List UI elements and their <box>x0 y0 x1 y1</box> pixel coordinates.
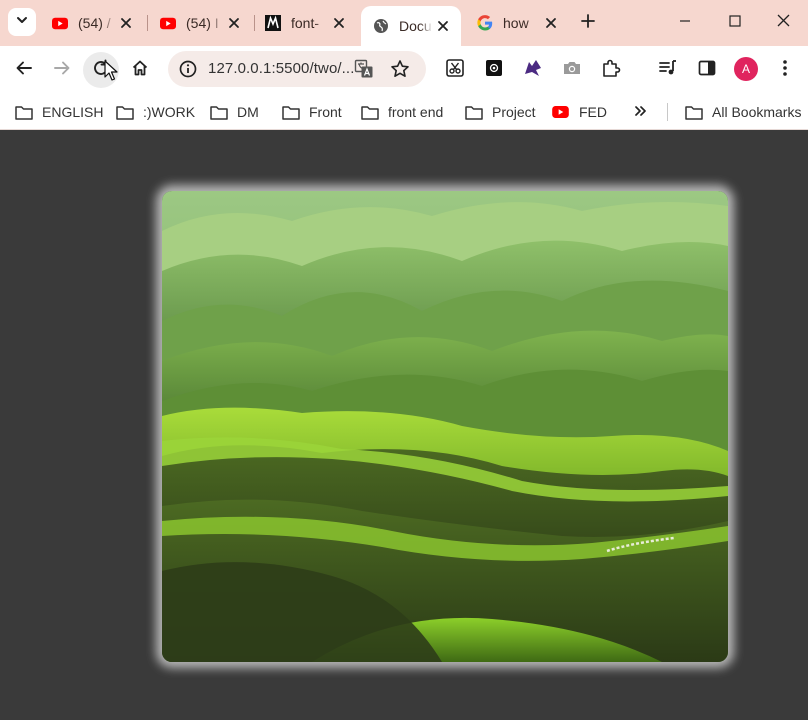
minimize-icon <box>679 14 691 32</box>
side-panel-button[interactable] <box>689 52 725 88</box>
extension-box-icon <box>485 59 503 82</box>
tab-title: Docu <box>399 18 432 34</box>
bookmark-front-end[interactable]: front end <box>361 100 443 124</box>
arrow-right-icon <box>53 59 71 82</box>
youtube-icon <box>52 15 68 31</box>
bookmark-label: Front <box>309 104 342 120</box>
folder-icon <box>685 104 703 120</box>
wolf-icon <box>523 58 543 83</box>
extension-purple-button[interactable] <box>515 52 551 88</box>
folder-icon <box>282 104 300 120</box>
forward-button[interactable] <box>44 52 80 88</box>
maximize-button[interactable] <box>710 0 760 46</box>
media-controls-button[interactable] <box>650 52 686 88</box>
translate-icon[interactable] <box>354 59 374 79</box>
bookmark-star-icon[interactable] <box>390 59 410 79</box>
globe-icon <box>373 18 389 34</box>
folder-icon <box>361 104 379 120</box>
close-icon[interactable] <box>433 16 453 36</box>
extension-dark-box-button[interactable] <box>476 52 512 88</box>
bookmark-label: Project <box>492 104 536 120</box>
camera-icon <box>562 59 582 82</box>
bookmark-project[interactable]: Project <box>465 100 536 124</box>
puzzle-icon <box>601 58 621 83</box>
close-icon[interactable] <box>541 13 561 33</box>
plus-icon <box>580 13 596 34</box>
minimize-button[interactable] <box>660 0 710 46</box>
youtube-icon <box>552 104 570 120</box>
tab-youtube-2[interactable]: (54) I <box>148 6 252 40</box>
bookmarks-overflow-button[interactable] <box>634 100 648 124</box>
double-chevron-right-icon <box>634 104 648 121</box>
info-icon[interactable] <box>178 59 198 79</box>
home-button[interactable] <box>122 52 158 88</box>
tab-font[interactable]: font- <box>253 6 357 40</box>
all-bookmarks[interactable]: All Bookmarks <box>685 100 801 124</box>
tab-title: (54) I <box>186 15 219 31</box>
page-viewport <box>0 131 808 720</box>
close-icon[interactable] <box>116 13 136 33</box>
bookmark-fed[interactable]: FED <box>552 100 607 124</box>
landscape-image <box>162 191 728 662</box>
tab-title: font- <box>291 15 320 31</box>
folder-icon <box>15 104 33 120</box>
back-button[interactable] <box>6 52 42 88</box>
address-bar[interactable]: 127.0.0.1:5500/two/... <box>168 51 426 87</box>
browser-toolbar: 127.0.0.1:5500/two/... A <box>0 46 808 94</box>
bookmark-label: front end <box>388 104 444 120</box>
chevron-down-icon <box>15 13 29 32</box>
bookmarks-separator <box>667 103 668 121</box>
tab-google[interactable]: how <box>465 6 569 40</box>
tab-title: how <box>503 15 529 31</box>
all-bookmarks-label: All Bookmarks <box>712 104 802 120</box>
menu-button[interactable] <box>767 52 803 88</box>
bookmark-label: :)WORK <box>143 104 196 120</box>
url-text[interactable]: 127.0.0.1:5500/two/... <box>208 60 354 77</box>
bookmark-dm[interactable]: DM <box>210 100 259 124</box>
home-icon <box>131 59 149 82</box>
close-window-button[interactable] <box>758 0 808 46</box>
m-logo-icon <box>265 15 281 31</box>
youtube-icon <box>160 15 176 31</box>
extension-camera-button[interactable] <box>554 52 590 88</box>
tab-strip: (54) / (54) I font- Docu how <box>0 0 808 46</box>
folder-icon <box>210 104 228 120</box>
tab-youtube-1[interactable]: (54) / <box>40 6 144 40</box>
bookmark-label: ENGLISH <box>42 104 104 120</box>
close-icon[interactable] <box>329 13 349 33</box>
bookmark-label: DM <box>237 104 259 120</box>
mouse-cursor <box>104 60 120 82</box>
google-icon <box>477 15 493 31</box>
bookmark-english[interactable]: ENGLISH <box>15 100 103 124</box>
close-icon[interactable] <box>224 13 244 33</box>
extension-scissors-button[interactable] <box>437 52 473 88</box>
folder-icon <box>465 104 483 120</box>
bookmark-work[interactable]: :)WORK <box>116 100 195 124</box>
new-tab-button[interactable] <box>574 9 602 37</box>
bookmark-label: FED <box>579 104 607 120</box>
profile-avatar[interactable]: A <box>734 57 758 81</box>
extensions-button[interactable] <box>593 52 629 88</box>
more-vert-icon <box>782 59 788 82</box>
bookmarks-bar: ENGLISH :)WORK DM Front front end Projec… <box>0 94 808 130</box>
maximize-icon <box>729 14 741 32</box>
tab-search-button[interactable] <box>8 8 36 36</box>
side-panel-icon <box>698 59 716 82</box>
arrow-left-icon <box>15 59 33 82</box>
folder-icon <box>116 104 134 120</box>
tab-title: (54) / <box>78 15 111 31</box>
music-queue-icon <box>658 58 678 83</box>
scissors-icon <box>445 58 465 83</box>
tab-document-active[interactable]: Docu <box>361 6 461 46</box>
bookmark-front[interactable]: Front <box>282 100 342 124</box>
close-icon <box>777 14 790 32</box>
